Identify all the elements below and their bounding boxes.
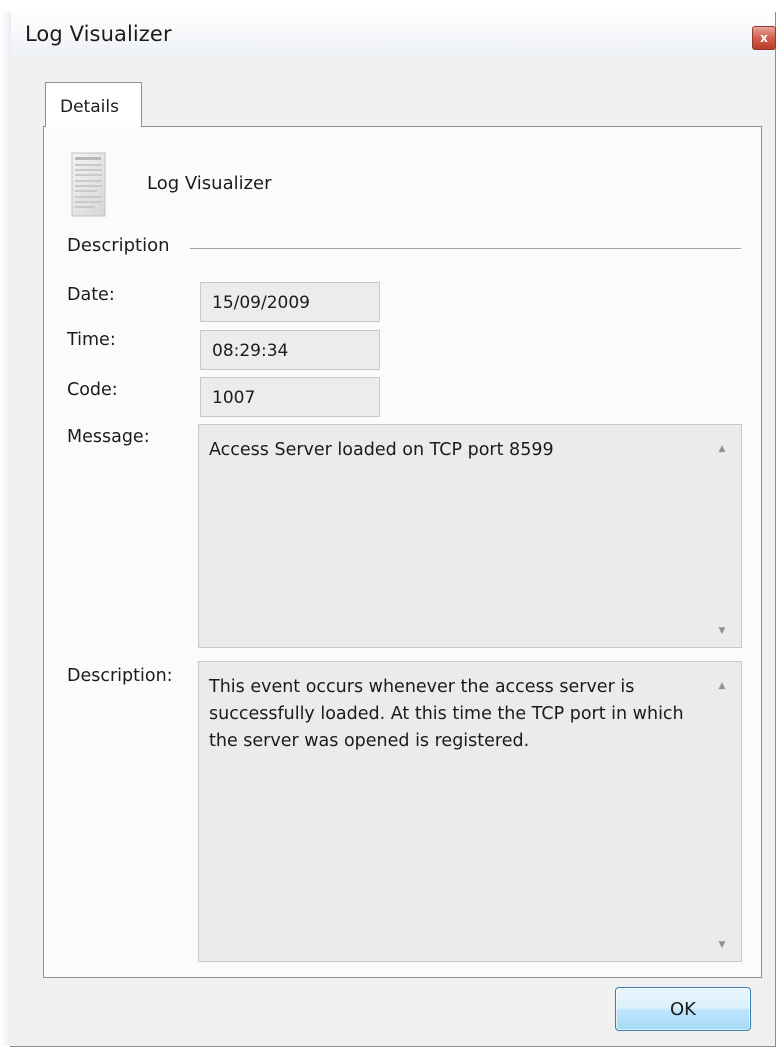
time-label: Time: — [67, 330, 116, 350]
title-bar[interactable]: Log Visualizer x — [11, 12, 776, 58]
scroll-down-arrow-icon[interactable]: ▼ — [715, 939, 729, 951]
code-label: Code: — [67, 380, 118, 400]
date-value: 15/09/2009 — [212, 293, 310, 313]
code-value: 1007 — [212, 388, 256, 408]
time-field[interactable]: 08:29:34 — [200, 330, 380, 370]
description-label: Description: — [67, 666, 173, 686]
time-value: 08:29:34 — [212, 341, 289, 361]
close-icon: x — [760, 31, 768, 45]
window-title: Log Visualizer — [25, 22, 172, 46]
message-label: Message: — [67, 427, 150, 447]
message-textarea[interactable]: Access Server loaded on TCP port 8599 ▲ … — [198, 424, 742, 648]
document-icon — [71, 152, 106, 217]
description-text: This event occurs whenever the access se… — [209, 677, 684, 751]
scroll-up-arrow-icon[interactable]: ▲ — [715, 680, 729, 692]
code-field[interactable]: 1007 — [200, 377, 380, 417]
date-label: Date: — [67, 285, 115, 305]
close-button[interactable]: x — [752, 26, 776, 50]
date-field[interactable]: 15/09/2009 — [200, 282, 380, 322]
description-section-label: Description — [67, 235, 170, 256]
message-text: Access Server loaded on TCP port 8599 — [209, 440, 554, 460]
details-panel: Log Visualizer Description Date: 15/09/2… — [43, 126, 762, 978]
ok-button[interactable]: OK — [615, 987, 751, 1031]
scroll-up-arrow-icon[interactable]: ▲ — [715, 443, 729, 455]
scroll-down-arrow-icon[interactable]: ▼ — [715, 625, 729, 637]
app-name: Log Visualizer — [147, 173, 272, 194]
description-textarea[interactable]: This event occurs whenever the access se… — [198, 661, 742, 962]
tab-details-label: Details — [60, 97, 119, 117]
section-divider — [190, 248, 741, 249]
tab-details[interactable]: Details — [45, 82, 142, 127]
log-visualizer-dialog: Log Visualizer x Details Log Visualizer … — [1, 12, 776, 1047]
